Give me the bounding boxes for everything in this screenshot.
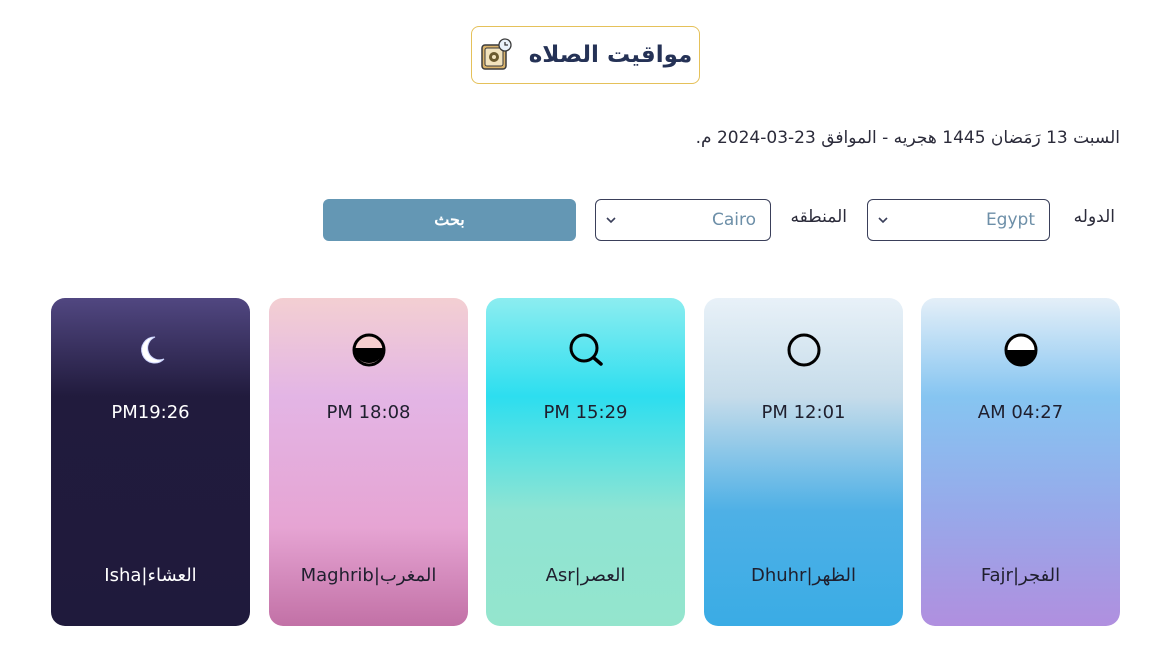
date-line: السبت 13 رَمَضان 1445 هجريه - الموافق 23…	[695, 128, 1120, 148]
half-filled-circle-icon	[1004, 333, 1037, 367]
prayer-card-fajr: AM 04:27 Fajr|الفجر	[921, 298, 1120, 626]
prayer-time: PM19:26	[111, 402, 190, 423]
crescent-moon-icon	[140, 336, 164, 364]
country-select[interactable]: Egypt	[867, 199, 1050, 241]
chevron-down-icon	[878, 217, 888, 224]
region-value: Cairo	[711, 210, 756, 230]
prayer-card-asr: PM 15:29 Asr|العصر	[486, 298, 685, 626]
page-title-box: مواقيت الصلاه	[471, 26, 700, 84]
country-value: Egypt	[985, 210, 1035, 230]
sunset-circle-icon	[352, 333, 385, 367]
prayer-time: PM 15:29	[543, 402, 628, 423]
prayer-time: PM 18:08	[326, 402, 411, 423]
circle-tail-icon	[569, 333, 603, 366]
prayer-card-isha: PM19:26 Isha|العشاء	[51, 298, 250, 626]
prayer-name: Maghrib|المغرب	[300, 565, 437, 586]
region-select[interactable]: Cairo	[595, 199, 771, 241]
circle-icon	[787, 333, 820, 367]
prayer-card-dhuhr: PM 12:01 Dhuhr|الظهر	[704, 298, 903, 626]
prayer-card-maghrib: PM 18:08 Maghrib|المغرب	[269, 298, 468, 626]
prayer-name: Fajr|الفجر	[980, 565, 1061, 586]
region-label: المنطقه	[790, 207, 847, 227]
prayer-name: Dhuhr|الظهر	[750, 565, 857, 586]
prayer-time: PM 12:01	[761, 402, 846, 423]
prayer-name: Isha|العشاء	[104, 565, 197, 586]
page-title: مواقيت الصلاه	[528, 42, 693, 68]
location-form: الدوله Egypt المنطقه Cairo بحث	[0, 199, 1165, 241]
country-label: الدوله	[1073, 207, 1115, 227]
prayer-time: AM 04:27	[977, 402, 1064, 423]
prayer-name: Asr|العصر	[545, 565, 626, 586]
search-button[interactable]: بحث	[323, 199, 576, 241]
prayer-clock-icon	[479, 38, 513, 72]
chevron-down-icon	[606, 217, 616, 224]
